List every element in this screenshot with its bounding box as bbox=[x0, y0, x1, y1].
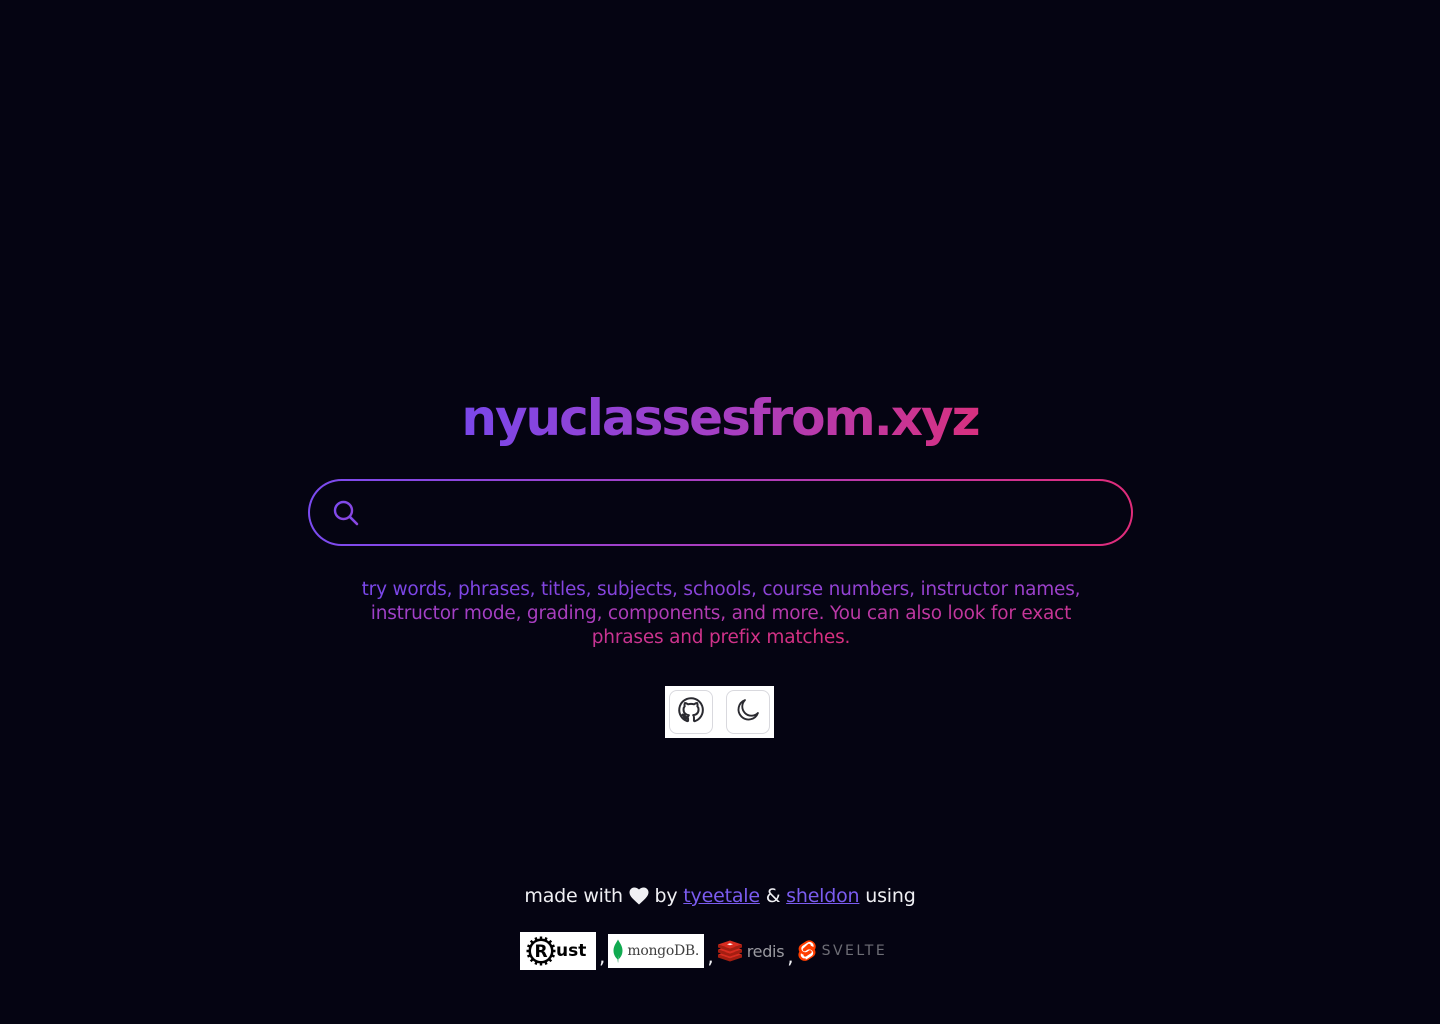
svelte-logo: SVELTE bbox=[797, 940, 888, 962]
author-link-tyeetale[interactable]: tyeetale bbox=[683, 885, 760, 907]
mongodb-leaf-icon bbox=[613, 939, 623, 963]
rust-logo: R ust bbox=[520, 932, 596, 970]
rust-label: ust bbox=[556, 941, 587, 961]
credits-prefix: made with bbox=[524, 885, 623, 907]
page: nyuclassesfrom.xyz try words, phrases, t… bbox=[0, 0, 1440, 1024]
mongodb-label: mongoDB. bbox=[627, 943, 700, 959]
search-hint-text: try words, phrases, titles, subjects, sc… bbox=[361, 579, 1081, 648]
tech-separator: , bbox=[707, 944, 714, 968]
heart-icon bbox=[629, 886, 649, 912]
redis-cube-icon bbox=[717, 940, 742, 962]
github-button[interactable] bbox=[669, 690, 713, 734]
theme-toggle-button[interactable] bbox=[726, 690, 770, 734]
search-hint: try words, phrases, titles, subjects, sc… bbox=[360, 578, 1082, 650]
github-icon bbox=[676, 695, 706, 729]
tech-stack-row: R ust , mongoDB. , redis , SVELTE bbox=[520, 932, 887, 970]
credits-line: made with by tyeetale & sheldon using bbox=[0, 883, 1440, 912]
credits-suffix: using bbox=[865, 885, 916, 907]
mongodb-logo: mongoDB. bbox=[608, 934, 705, 968]
tech-separator: , bbox=[787, 944, 794, 968]
site-title: nyuclassesfrom.xyz bbox=[0, 388, 1440, 448]
icon-button-group bbox=[665, 686, 774, 738]
credits-ampersand: & bbox=[765, 885, 781, 907]
site-title-text: nyuclassesfrom.xyz bbox=[461, 389, 980, 447]
author-link-sheldon[interactable]: sheldon bbox=[786, 885, 859, 907]
search-bar-inner bbox=[310, 481, 1131, 544]
redis-logo: redis bbox=[717, 940, 785, 962]
redis-label: redis bbox=[746, 941, 785, 961]
search-icon bbox=[331, 498, 361, 528]
svg-text:R: R bbox=[534, 942, 547, 962]
moon-icon bbox=[734, 696, 762, 728]
credits-by: by bbox=[654, 885, 678, 907]
svelte-label: SVELTE bbox=[821, 943, 888, 959]
rust-gear-icon: R bbox=[526, 936, 556, 966]
search-input[interactable] bbox=[371, 491, 1101, 534]
tech-separator: , bbox=[599, 944, 606, 968]
svelte-icon bbox=[797, 940, 816, 961]
search-bar[interactable] bbox=[308, 479, 1133, 546]
